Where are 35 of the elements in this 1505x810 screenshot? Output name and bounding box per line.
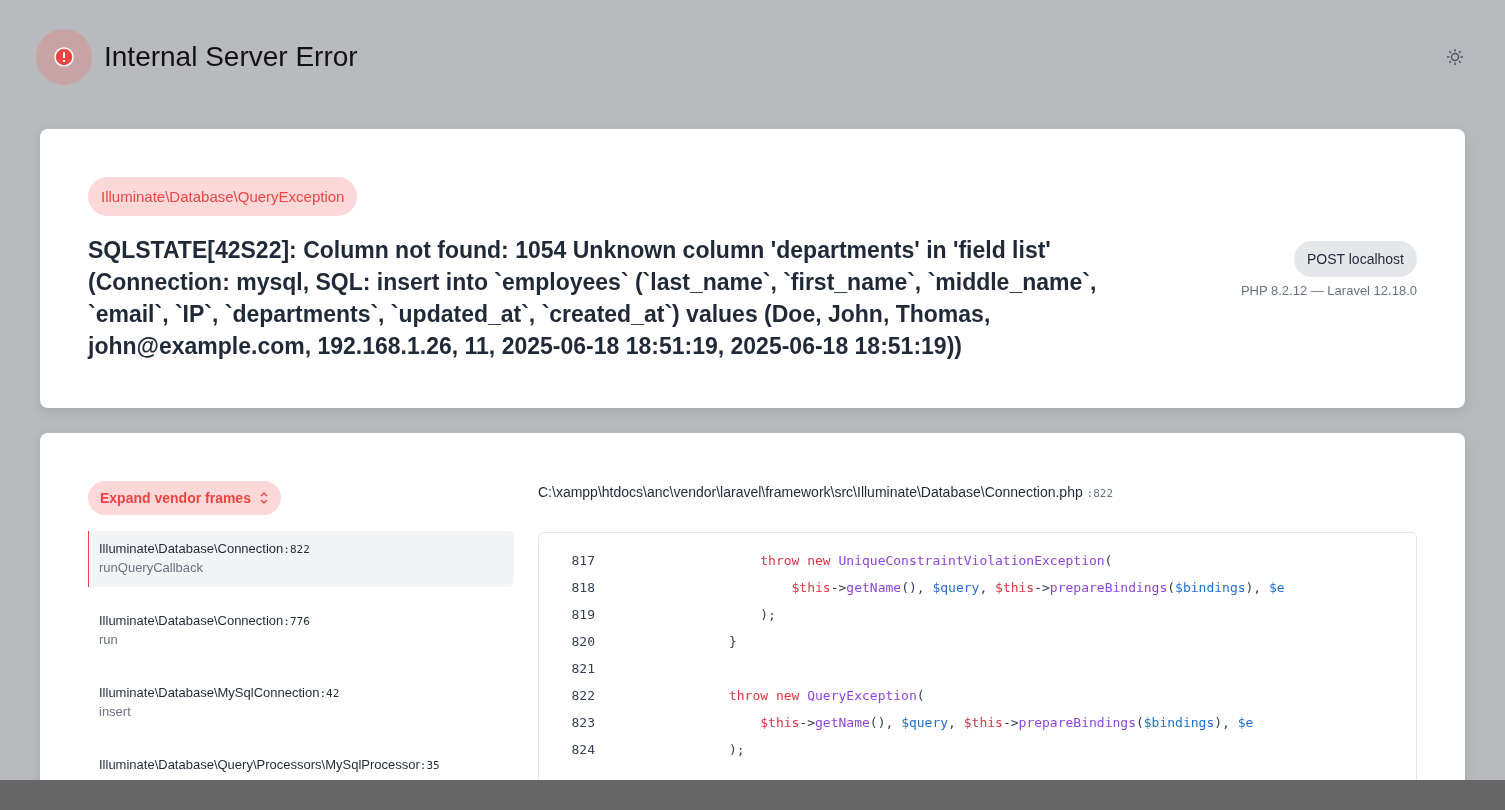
code-line: throw new UniqueConstraintViolationException( — [759, 553, 1113, 568]
code-line: $this->getName(), $query, $this->prepareBindings($bindings), $e — [759, 715, 1254, 730]
frame-class: Illuminate\Database\Connection:776 — [99, 613, 311, 628]
code-line: $this->getName(), $query, $this->prepareBindings($bindings), $e — [790, 580, 1285, 595]
frame-class: Illuminate\Database\MySqlConnection:42 — [99, 685, 341, 700]
code-line: ); — [727, 742, 745, 757]
code-line: throw new QueryException( — [727, 688, 925, 703]
frame-function: insert — [99, 704, 132, 719]
line-number: 817 — [570, 553, 595, 568]
stack-frame[interactable]: Illuminate\Database\Query\Processors\MySqlProcessor:35 — [88, 747, 514, 774]
stack-frame[interactable]: Illuminate\Database\MySqlConnection:42 insert — [88, 675, 514, 731]
theme-toggle-icon[interactable] — [1446, 48, 1464, 66]
line-number: 824 — [570, 742, 595, 757]
frame-function: runQueryCallback — [99, 560, 205, 575]
frame-function: run — [99, 632, 119, 647]
line-number: 820 — [570, 634, 595, 649]
file-path: C:\xampp\htdocs\anc\vendor\laravel\framework\src\Illuminate\Database\Connection.php :822 — [538, 484, 1115, 502]
error-icon — [36, 29, 92, 85]
exception-class-badge: Illuminate\Database\QueryException — [88, 177, 358, 216]
stack-frame[interactable]: Illuminate\Database\Connection:776 run — [88, 603, 514, 659]
line-number: 819 — [570, 607, 595, 622]
request-badge: POST localhost — [1294, 241, 1417, 277]
line-number: 822 — [570, 688, 595, 703]
version-info: PHP 8.2.12 — Laravel 12.18.0 — [1240, 283, 1417, 298]
page-title: Internal Server Error — [104, 41, 358, 73]
exception-message: SQLSTATE[42S22]: Column not found: 1054 Unknown column 'departments' in 'field list' (Connection: mysql, SQL: insert into `employees` (`last_name`, `first_name`, `middle_name`, `email`, `IP`, `departments`, `updated_at`, `created_at`) values (Doe, John, Thomas, john@example.com, 192.168.1.26, 11, 2025-06-18 18:51:19, 2025-06-18 18:51:19)) — [88, 236, 1098, 361]
chevron-up-down-icon — [258, 491, 269, 505]
code-line: ); — [759, 607, 776, 622]
line-number: 823 — [570, 715, 595, 730]
code-line: } — [727, 634, 737, 649]
line-number: 818 — [570, 580, 595, 595]
frame-class: Illuminate\Database\Connection:822 — [99, 541, 311, 556]
stack-frame[interactable]: Illuminate\Database\Connection:822 runQueryCallback — [88, 531, 514, 587]
line-number: 821 — [570, 661, 595, 676]
frame-class: Illuminate\Database\Query\Processors\MySqlProcessor:35 — [99, 757, 441, 772]
